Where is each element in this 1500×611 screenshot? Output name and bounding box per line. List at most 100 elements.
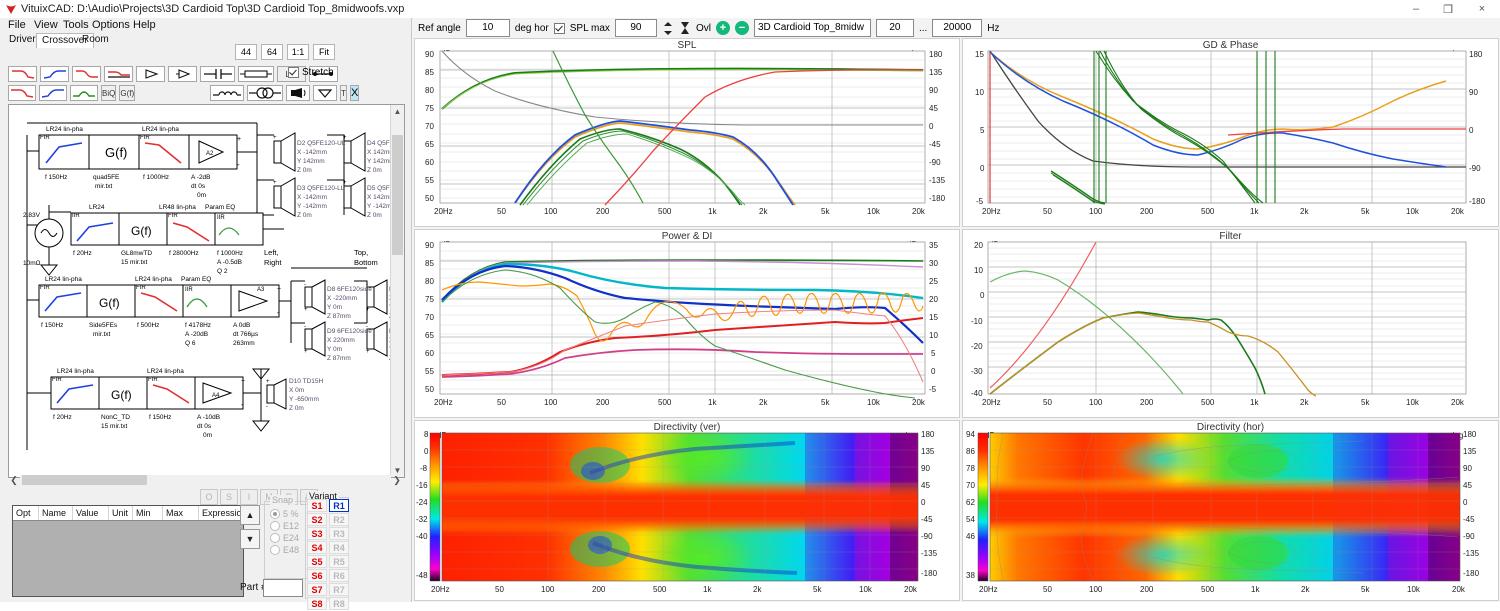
opt-button-o[interactable]: O <box>200 489 218 505</box>
snap-option-e48[interactable]: E48 <box>270 545 299 555</box>
menu-options[interactable]: Options <box>92 19 130 31</box>
remove-overlay-button[interactable]: − <box>734 21 749 35</box>
plot-gd-phase[interactable]: GD & Phase msdeg 15105 0-5 180900 -90-18… <box>962 38 1499 227</box>
plot-directivity-hor[interactable]: Directivity (hor) dB 94 86 78 70 62 54 4… <box>962 420 1499 601</box>
maximize-button[interactable]: ❐ <box>1432 0 1464 18</box>
plot-power-di[interactable]: Power & DI dBdB 908580 757065 605550 353… <box>414 229 960 418</box>
variant-r1[interactable]: R1 <box>329 499 349 512</box>
plot-spl[interactable]: SPL dBdeg 908580 757065 605550 18013590 … <box>414 38 960 227</box>
biquad-button[interactable]: BiQ <box>101 85 117 101</box>
variant-r7[interactable]: R7 <box>329 583 349 596</box>
plot-filter[interactable]: Filter dB 20100 -10-20-30 -40 20Hz50100 … <box>962 229 1499 418</box>
move-down-button[interactable]: ▼ <box>240 529 260 549</box>
transformer-icon[interactable] <box>247 85 284 101</box>
close-button[interactable]: × <box>1464 0 1500 18</box>
zoom-fit-button[interactable]: Fit <box>313 44 335 60</box>
variant-r4[interactable]: R4 <box>329 541 349 554</box>
menu-view[interactable]: View <box>34 19 58 31</box>
radio-e12-icon[interactable] <box>270 521 280 531</box>
variant-r2[interactable]: R2 <box>329 513 349 526</box>
svg-text:Z 0m: Z 0m <box>289 405 304 412</box>
peak-eq-icon[interactable] <box>70 85 98 101</box>
variant-r3[interactable]: R3 <box>329 527 349 540</box>
parameter-table[interactable]: Opt Name Value Unit Min Max Expression <box>12 505 247 597</box>
hourglass-icon[interactable] <box>679 21 691 36</box>
buffer-icon[interactable] <box>168 66 198 82</box>
bandpass-iir-icon[interactable] <box>72 66 102 82</box>
highpass-fir-icon[interactable] <box>39 85 67 101</box>
zoom-64-button[interactable]: 64 <box>261 44 283 60</box>
shelf-filter-icon[interactable] <box>104 66 134 82</box>
move-up-button[interactable]: ▲ <box>240 505 260 525</box>
variant-s8[interactable]: S8 <box>307 597 327 610</box>
lowpass-iir-icon[interactable] <box>8 66 38 82</box>
amplifier-icon[interactable] <box>136 66 166 82</box>
text-button[interactable]: T <box>340 85 348 101</box>
variant-s1[interactable]: S1 <box>307 499 327 512</box>
menu-file[interactable]: File <box>8 19 26 31</box>
schematic-horizontal-scrollbar[interactable]: ❮ ❯ <box>8 473 403 487</box>
svg-text:FIR: FIR <box>52 377 62 383</box>
menu-help[interactable]: Help <box>133 19 156 31</box>
ground-icon[interactable] <box>313 85 338 101</box>
variant-row-8: S8 R8 <box>307 597 349 610</box>
opt-button-i[interactable]: I <box>240 489 258 505</box>
schematic-vertical-scrollbar[interactable]: ▲ ▼ <box>390 105 404 477</box>
capacitor-icon[interactable] <box>200 66 235 82</box>
scroll-up-icon[interactable]: ▲ <box>391 105 404 118</box>
variant-s3[interactable]: S3 <box>307 527 327 540</box>
part-number-input[interactable] <box>263 579 303 597</box>
add-overlay-button[interactable]: + <box>715 21 730 35</box>
variant-s6[interactable]: S6 <box>307 569 327 582</box>
spl-max-input[interactable] <box>614 19 657 37</box>
svg-text:IIR: IIR <box>72 213 80 219</box>
plot-directivity-ver[interactable]: Directivity (ver) dB 8 0 -8 -16 -24 -32 … <box>414 420 960 601</box>
scroll-left-icon[interactable]: ❮ <box>8 475 20 486</box>
overlay-name-input[interactable] <box>753 19 871 37</box>
zoom-1to1-button[interactable]: 1:1 <box>287 44 309 60</box>
lowpass-fir-icon[interactable] <box>8 85 36 101</box>
minimize-button[interactable]: – <box>1400 0 1432 18</box>
radio-e48-icon[interactable] <box>270 545 280 555</box>
variant-s2[interactable]: S2 <box>307 513 327 526</box>
horizontal-scroll-thumb[interactable] <box>22 475 147 485</box>
svg-text:15: 15 <box>929 313 938 322</box>
variant-r5[interactable]: R5 <box>329 555 349 568</box>
variant-r6[interactable]: R6 <box>329 569 349 582</box>
svg-text:15 mir.txt: 15 mir.txt <box>101 423 128 430</box>
spl-max-checkbox[interactable] <box>553 22 565 34</box>
stretch-checkbox[interactable] <box>288 67 299 78</box>
svg-text:-45: -45 <box>1463 515 1475 524</box>
opt-button-s[interactable]: S <box>220 489 238 505</box>
inductor-icon[interactable] <box>210 85 245 101</box>
variant-s4[interactable]: S4 <box>307 541 327 554</box>
freq-min-input[interactable] <box>875 19 914 37</box>
svg-text:0: 0 <box>424 447 429 456</box>
horizontal-scroll-track[interactable] <box>20 475 391 485</box>
radio-5pct-icon[interactable] <box>270 509 280 519</box>
resistor-icon[interactable] <box>237 66 274 82</box>
spinner-updown-icon[interactable] <box>662 21 674 36</box>
variant-r8[interactable]: R8 <box>329 597 349 610</box>
graph-control-bar: Ref angle deg hor SPL max Ovl + − ... Hz <box>412 18 1500 38</box>
variant-s5[interactable]: S5 <box>307 555 327 568</box>
tab-room[interactable]: Room <box>77 33 114 47</box>
scroll-right-icon[interactable]: ❯ <box>391 475 403 486</box>
transfer-function-button[interactable]: G(f) <box>119 85 136 101</box>
schematic-canvas[interactable]: FIR G(f) FIR A2 + - LR24 lin-pha LR24 li… <box>8 104 405 478</box>
freq-max-input[interactable] <box>932 19 983 37</box>
snap-option-e12[interactable]: E12 <box>270 521 299 531</box>
snap-option-5pct[interactable]: 5 % <box>270 509 299 519</box>
x-button[interactable]: X <box>350 85 360 101</box>
radio-e24-icon[interactable] <box>270 533 280 543</box>
variant-s7[interactable]: S7 <box>307 583 327 596</box>
driver-icon[interactable] <box>286 85 311 101</box>
snap-option-e24[interactable]: E24 <box>270 533 299 543</box>
menu-tools[interactable]: Tools <box>63 19 89 31</box>
highpass-iir-icon[interactable] <box>40 66 70 82</box>
stretch-checkbox-group[interactable]: Stretch <box>288 67 334 78</box>
vertical-scroll-thumb[interactable] <box>392 135 403 255</box>
parameter-table-header: Opt Name Value Unit Min Max Expression <box>13 506 247 521</box>
ref-angle-input[interactable] <box>465 19 510 37</box>
zoom-44-button[interactable]: 44 <box>235 44 257 60</box>
